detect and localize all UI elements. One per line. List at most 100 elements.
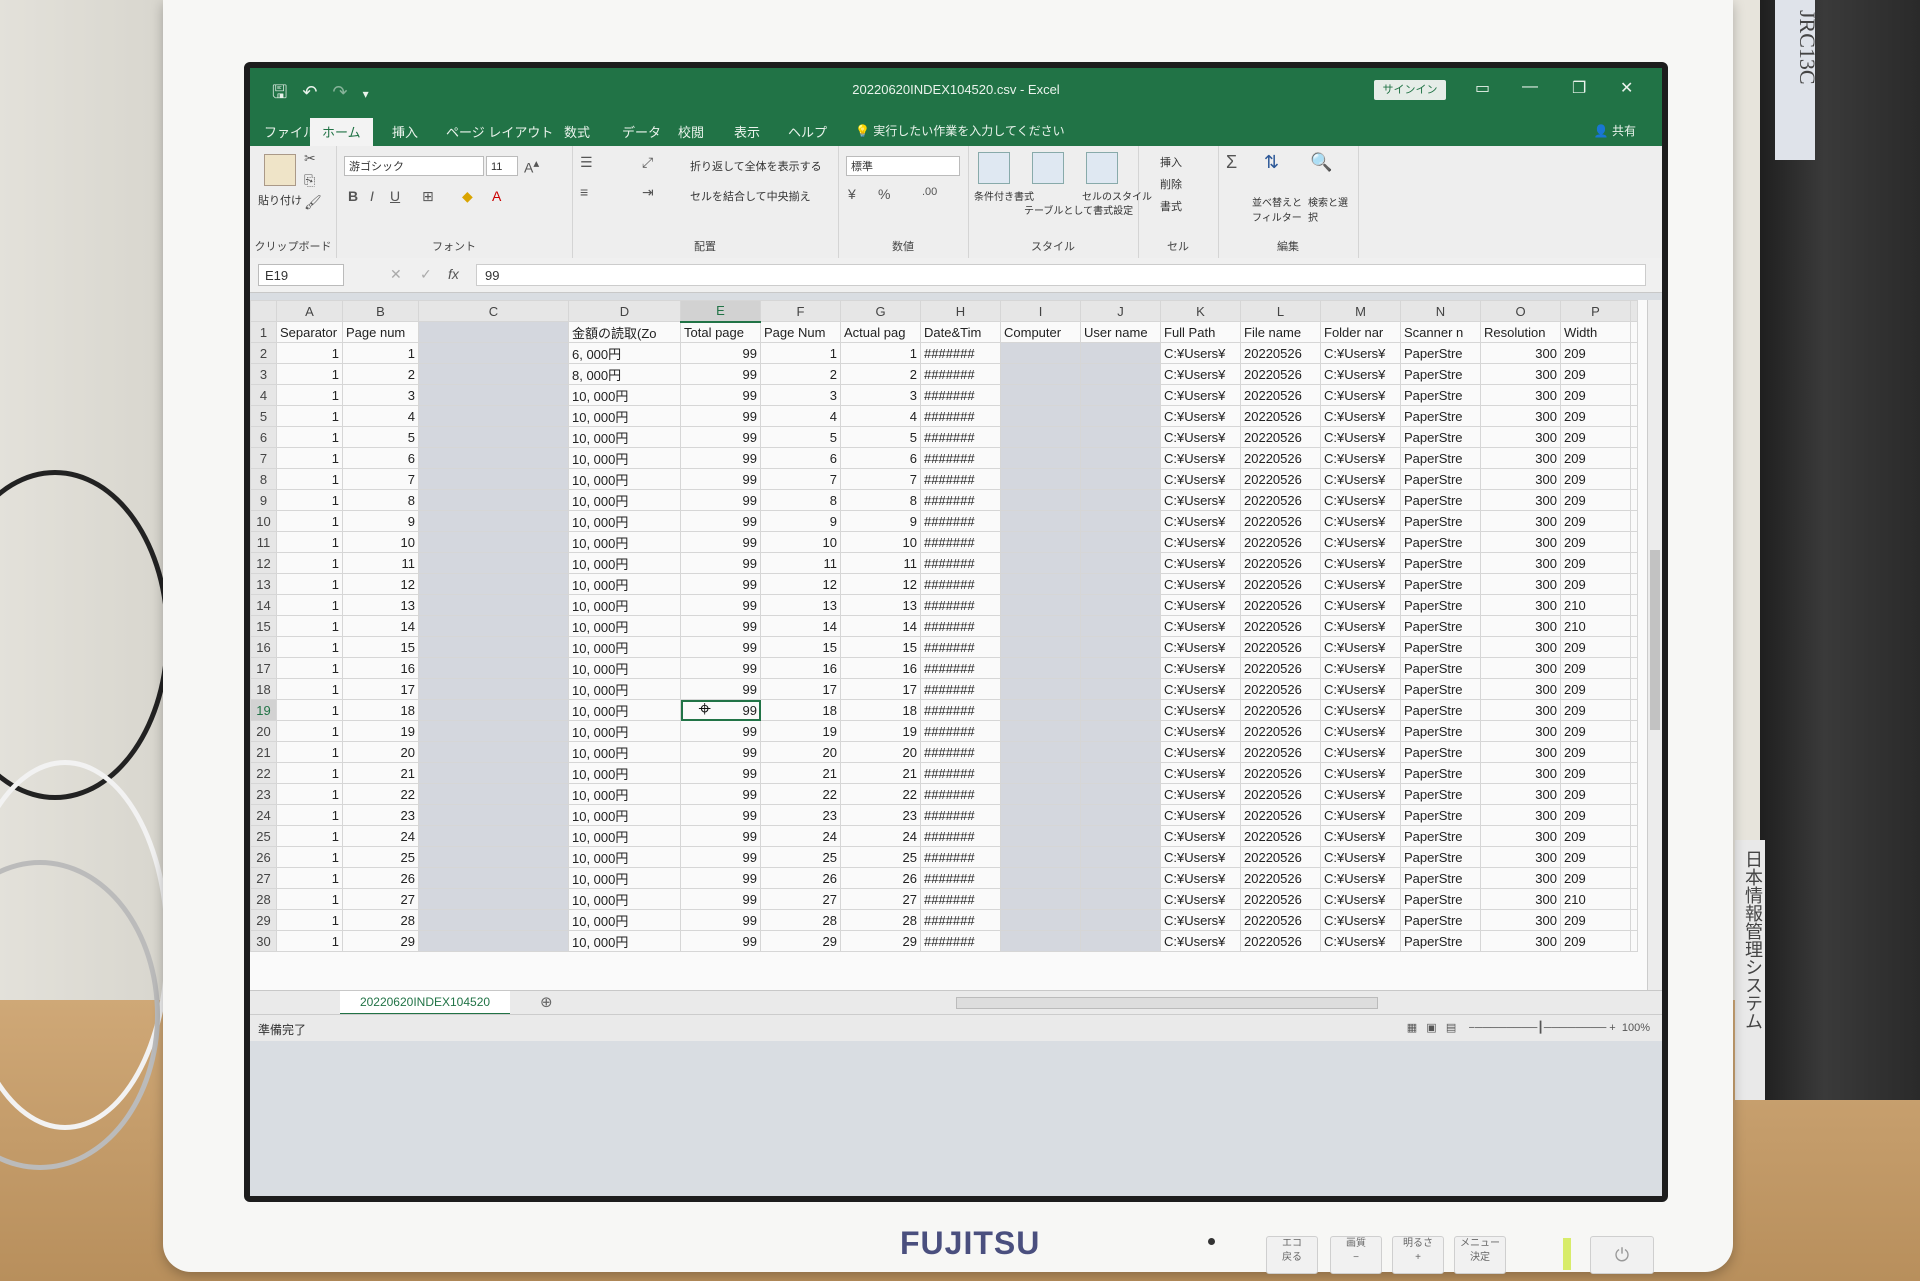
cell[interactable] (418, 888, 569, 910)
cell[interactable]: 12 (342, 573, 419, 595)
delete-cells-button[interactable]: 削除 (1160, 176, 1182, 192)
bold-icon[interactable]: B (348, 188, 358, 204)
cell[interactable]: PaperStre (1400, 888, 1481, 910)
cell[interactable]: 10, 000円 (568, 699, 681, 721)
cell[interactable]: 10, 000円 (568, 405, 681, 427)
cell[interactable] (1630, 741, 1638, 763)
cell[interactable]: 1 (276, 342, 343, 364)
column-header-j[interactable]: J (1080, 300, 1161, 322)
cell[interactable]: C:¥Users¥ (1160, 825, 1241, 847)
cell[interactable] (418, 741, 569, 763)
cell[interactable]: PaperStre (1400, 573, 1481, 595)
cell[interactable]: 99 (680, 447, 761, 469)
cell[interactable]: 209 (1560, 804, 1631, 826)
cell[interactable]: 209 (1560, 678, 1631, 700)
cell[interactable] (418, 384, 569, 406)
cell[interactable]: C:¥Users¥ (1320, 552, 1401, 574)
cell[interactable]: ####### (920, 426, 1001, 448)
cell[interactable]: 14 (840, 615, 921, 637)
cell[interactable]: 209 (1560, 447, 1631, 469)
align-top-icon[interactable]: ☰ (580, 154, 593, 171)
cell[interactable] (418, 531, 569, 553)
cell[interactable]: 21 (760, 762, 841, 784)
cell[interactable] (1000, 867, 1081, 889)
cell[interactable] (1000, 510, 1081, 532)
cell[interactable]: 4 (342, 405, 419, 427)
cell[interactable]: 1 (276, 363, 343, 385)
tab-data[interactable]: データ (622, 122, 661, 141)
cell[interactable]: C:¥Users¥ (1160, 720, 1241, 742)
cell[interactable]: 1 (276, 489, 343, 511)
row-header[interactable]: 16 (250, 636, 277, 658)
cell[interactable]: ####### (920, 741, 1001, 763)
column-header-d[interactable]: D (568, 300, 681, 322)
autosum-icon[interactable]: Σ (1226, 152, 1237, 173)
cell[interactable]: 1 (276, 699, 343, 721)
cell[interactable]: 209 (1560, 909, 1631, 931)
cell[interactable] (1630, 447, 1638, 469)
cell[interactable]: ####### (920, 342, 1001, 364)
cell[interactable] (1000, 405, 1081, 427)
row-header[interactable]: 8 (250, 468, 277, 490)
cell[interactable]: 10, 000円 (568, 531, 681, 553)
align-left-icon[interactable]: ≡ (580, 184, 588, 200)
cell[interactable]: File name (1240, 321, 1321, 343)
cell[interactable]: 23 (342, 804, 419, 826)
row-header[interactable]: 24 (250, 804, 277, 826)
cell[interactable]: 26 (760, 867, 841, 889)
cell[interactable]: 20220526 (1240, 741, 1321, 763)
cell[interactable]: 19 (840, 720, 921, 742)
cell[interactable]: 4 (760, 405, 841, 427)
column-header-c[interactable]: C (418, 300, 569, 322)
cell[interactable]: 300 (1480, 426, 1561, 448)
cell[interactable] (1630, 636, 1638, 658)
row-header[interactable]: 10 (250, 510, 277, 532)
cell[interactable]: 300 (1480, 867, 1561, 889)
rotate-text-icon[interactable]: ⤢ (642, 154, 653, 171)
cell[interactable]: Computer (1000, 321, 1081, 343)
cell[interactable]: 300 (1480, 552, 1561, 574)
cell[interactable]: 20 (760, 741, 841, 763)
cell[interactable] (1630, 888, 1638, 910)
cell[interactable] (418, 594, 569, 616)
cell[interactable]: 209 (1560, 384, 1631, 406)
cell[interactable]: 10, 000円 (568, 846, 681, 868)
cell[interactable]: C:¥Users¥ (1160, 510, 1241, 532)
cell[interactable] (1000, 489, 1081, 511)
cell[interactable]: C:¥Users¥ (1320, 342, 1401, 364)
cell[interactable] (418, 447, 569, 469)
cell[interactable] (1630, 930, 1638, 952)
cell[interactable]: 9 (760, 510, 841, 532)
cell[interactable]: 20220526 (1240, 531, 1321, 553)
cell[interactable] (1000, 615, 1081, 637)
cell[interactable]: 99 (680, 384, 761, 406)
wrap-text-button[interactable]: 折り返して全体を表示する (690, 158, 822, 174)
cell[interactable]: 20220526 (1240, 657, 1321, 679)
page-layout-view-icon[interactable]: ▣ (1426, 1022, 1436, 1034)
cell[interactable]: C:¥Users¥ (1160, 846, 1241, 868)
cell[interactable] (418, 426, 569, 448)
cell[interactable]: 20220526 (1240, 363, 1321, 385)
cell[interactable]: 300 (1480, 447, 1561, 469)
cell[interactable]: PaperStre (1400, 930, 1481, 952)
add-sheet-icon[interactable]: ⊕ (540, 993, 553, 1011)
formula-input[interactable]: 99 (476, 264, 1646, 286)
currency-icon[interactable]: ¥ (848, 186, 856, 202)
cell[interactable]: 210 (1560, 888, 1631, 910)
cell[interactable] (1630, 573, 1638, 595)
cell[interactable]: 12 (760, 573, 841, 595)
cell[interactable]: C:¥Users¥ (1320, 930, 1401, 952)
cell[interactable] (1630, 720, 1638, 742)
cell[interactable]: 3 (840, 384, 921, 406)
cell[interactable]: ####### (920, 888, 1001, 910)
cell[interactable]: 10, 000円 (568, 594, 681, 616)
cell[interactable]: 10, 000円 (568, 447, 681, 469)
cell[interactable] (1630, 552, 1638, 574)
cell[interactable]: 20220526 (1240, 573, 1321, 595)
cell[interactable]: 28 (760, 909, 841, 931)
cell[interactable] (1000, 888, 1081, 910)
cell[interactable] (1080, 342, 1161, 364)
number-format-select[interactable]: 標準 (846, 156, 960, 176)
cell[interactable]: 16 (760, 657, 841, 679)
cell[interactable] (1000, 846, 1081, 868)
